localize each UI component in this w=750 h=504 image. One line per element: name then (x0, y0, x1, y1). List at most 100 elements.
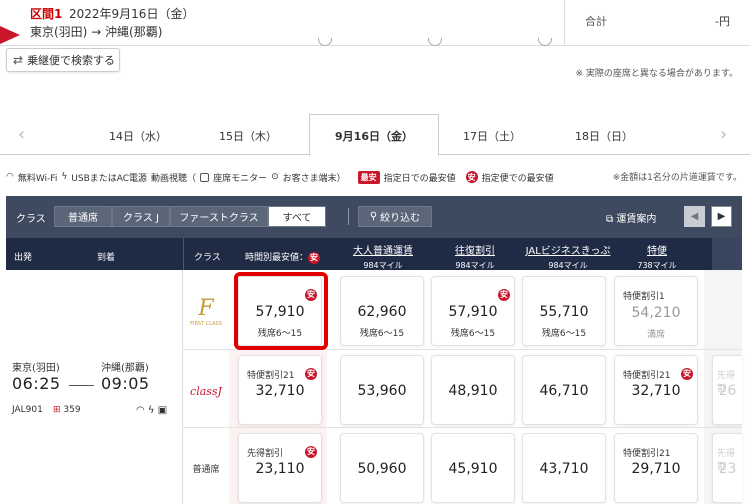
fare-price: 53,960 (357, 383, 407, 399)
fare-type-label: 特便割引1 (623, 292, 665, 302)
prev-date-icon[interactable]: ‹ (18, 124, 25, 145)
date-tab[interactable]: 18日（日） (549, 128, 659, 144)
departure-time: 06:25 (12, 374, 61, 393)
power-icon: ϟ (61, 172, 68, 182)
depart-header: 出発 (14, 253, 33, 263)
fare-price: 26 (718, 383, 737, 399)
fare-price: 23,110 (255, 461, 305, 477)
fare-column-header[interactable]: 大人普通運賃 984マイル (338, 242, 428, 271)
radio-stub-icon[interactable] (318, 38, 332, 46)
cheapest-fare-highlight (234, 272, 328, 350)
device-label: お客さま端末） (282, 173, 346, 184)
fare-price: 43,710 (539, 461, 589, 477)
fare-card[interactable]: 特便割引21 安 32,710 (238, 355, 322, 425)
columns-next-button[interactable]: ▶ (711, 206, 732, 227)
fare-column-title[interactable]: 特便 (612, 242, 702, 257)
date-tab[interactable]: 14日（水） (83, 128, 193, 144)
cheapest-day-label: 指定日での最安値 (383, 173, 456, 184)
seats-left: 残席6～15 (541, 329, 587, 339)
first-class-logo-icon: F (198, 296, 214, 321)
yasu-badge-icon: 安 (305, 441, 317, 460)
fare-card[interactable]: 先得割引 安 23,110 (238, 433, 322, 503)
seat-note: ※ 実際の座席と異なる場合があります。 (575, 69, 738, 79)
fare-type-label: 先得割引 (247, 449, 284, 459)
date-tab-active[interactable]: 9月16日（金） (309, 114, 439, 156)
cheapest-badge: 最安 (357, 170, 380, 184)
fare-column-header[interactable]: 特便 738マイル (612, 242, 702, 271)
yasu-badge-icon: 安 (498, 284, 510, 303)
seat-count-value: 359 (63, 405, 81, 415)
fare-card[interactable]: 50,960 (340, 433, 424, 503)
yasu-text: 安 (681, 367, 693, 380)
filter-label: クラス (16, 214, 46, 225)
fare-column-title[interactable]: 大人普通運賃 (338, 242, 428, 257)
seats-left: 残席6～15 (359, 329, 405, 339)
segment-route: 東京(羽田) → 沖縄(那覇) (30, 25, 163, 39)
class-header: クラス (194, 253, 221, 263)
fare-card-partial[interactable]: 先得割 26 (712, 355, 742, 425)
arrival-time: 09:05 (101, 374, 150, 393)
fare-price: 50,960 (357, 461, 407, 477)
yasu-text: 安 (305, 445, 317, 458)
fare-column-title[interactable]: 往復割引 (430, 242, 520, 257)
fare-card[interactable]: 特便割引1 54,210 満席 (614, 276, 698, 346)
narrow-down-button[interactable]: ⚲ 絞り込む (358, 206, 432, 227)
total-value: -円 (715, 15, 730, 28)
fare-column-header[interactable]: JALビジネスきっぷ 984マイル (519, 242, 617, 271)
fare-column-header[interactable]: 往復割引 984マイル (430, 242, 520, 271)
fare-card[interactable]: 安 57,910 残席6～15 (431, 276, 515, 346)
columns-prev-button[interactable]: ◀ (684, 206, 705, 227)
filter-first-button[interactable]: ファーストクラス (170, 206, 268, 227)
fare-price: 55,710 (539, 304, 589, 320)
fare-price: 29,710 (631, 461, 681, 477)
date-tabs: ‹ 14日（水） 15日（木） 9月16日（金） 17日（土） 18日（日） › (0, 114, 750, 156)
date-tab[interactable]: 15日（木） (193, 128, 303, 144)
seat-monitor-label: 座席モニター (213, 173, 268, 184)
fare-card[interactable]: 55,710 残席6～15 (522, 276, 606, 346)
fare-card[interactable]: 特便割引21 29,710 (614, 433, 698, 503)
power-icon: ϟ (147, 405, 155, 416)
fare-price: 23 (718, 461, 737, 477)
filter-economy-button[interactable]: 普通席 (54, 206, 112, 227)
flight-number-link[interactable]: JAL901 (12, 405, 43, 415)
wifi-icon: ◠ (136, 405, 145, 416)
itinerary-header: 区間1 2022年9月16日（金） 東京(羽田) → 沖縄(那覇) 合計 -円 (0, 0, 750, 46)
divider (183, 238, 184, 270)
fare-price: 46,710 (539, 383, 589, 399)
seat-monitor-icon: ▣ (157, 405, 168, 416)
fare-card[interactable]: 特便割引21 安 32,710 (614, 355, 698, 425)
fare-card[interactable]: 46,710 (522, 355, 606, 425)
cheapest-by-time-header: 時間別最安値：安 (245, 250, 321, 264)
fare-guide-link[interactable]: ⧉ 運賃案内 (606, 210, 656, 225)
class-j-logo-icon: classJ (190, 385, 222, 398)
connect-icon: ⇄ (13, 53, 24, 67)
fare-card[interactable]: 45,910 (431, 433, 515, 503)
fare-price: 32,710 (631, 383, 681, 399)
seats-left: 残席6～15 (450, 329, 496, 339)
header-overflow (712, 238, 742, 270)
seat-count: ⊞ 359 (53, 405, 81, 415)
filter-all-button[interactable]: すべて (268, 206, 326, 227)
fare-guide-label: 運賃案内 (616, 214, 657, 225)
time-separator (69, 385, 94, 386)
radio-stub-icon[interactable] (538, 38, 552, 46)
fare-price: 62,960 (357, 304, 407, 320)
fare-price: 45,910 (448, 461, 498, 477)
fare-card[interactable]: 53,960 (340, 355, 424, 425)
total-box: 合計 -円 (564, 0, 750, 46)
fare-card[interactable]: 43,710 (522, 433, 606, 503)
radio-stub-icon[interactable] (428, 38, 442, 46)
fare-column-title[interactable]: JALビジネスきっぷ (519, 242, 617, 257)
connecting-flight-search-button[interactable]: ⇄ 乗継便で検索する (6, 48, 120, 72)
next-date-icon[interactable]: › (720, 124, 727, 145)
seats-left: 満席 (646, 330, 665, 340)
yasu-text: 安 (498, 288, 510, 301)
divider (348, 208, 349, 225)
date-tab[interactable]: 17日（土） (437, 128, 547, 144)
fare-card[interactable]: 62,960 残席6～15 (340, 276, 424, 346)
fare-card[interactable]: 48,910 (431, 355, 515, 425)
filter-classj-button[interactable]: クラス J (112, 206, 170, 227)
fare-type-label: 特便割引21 (623, 371, 671, 381)
connect-button-label: 乗継便で検索する (27, 54, 116, 67)
fare-card-partial[interactable]: 先得割 23 (712, 433, 742, 503)
